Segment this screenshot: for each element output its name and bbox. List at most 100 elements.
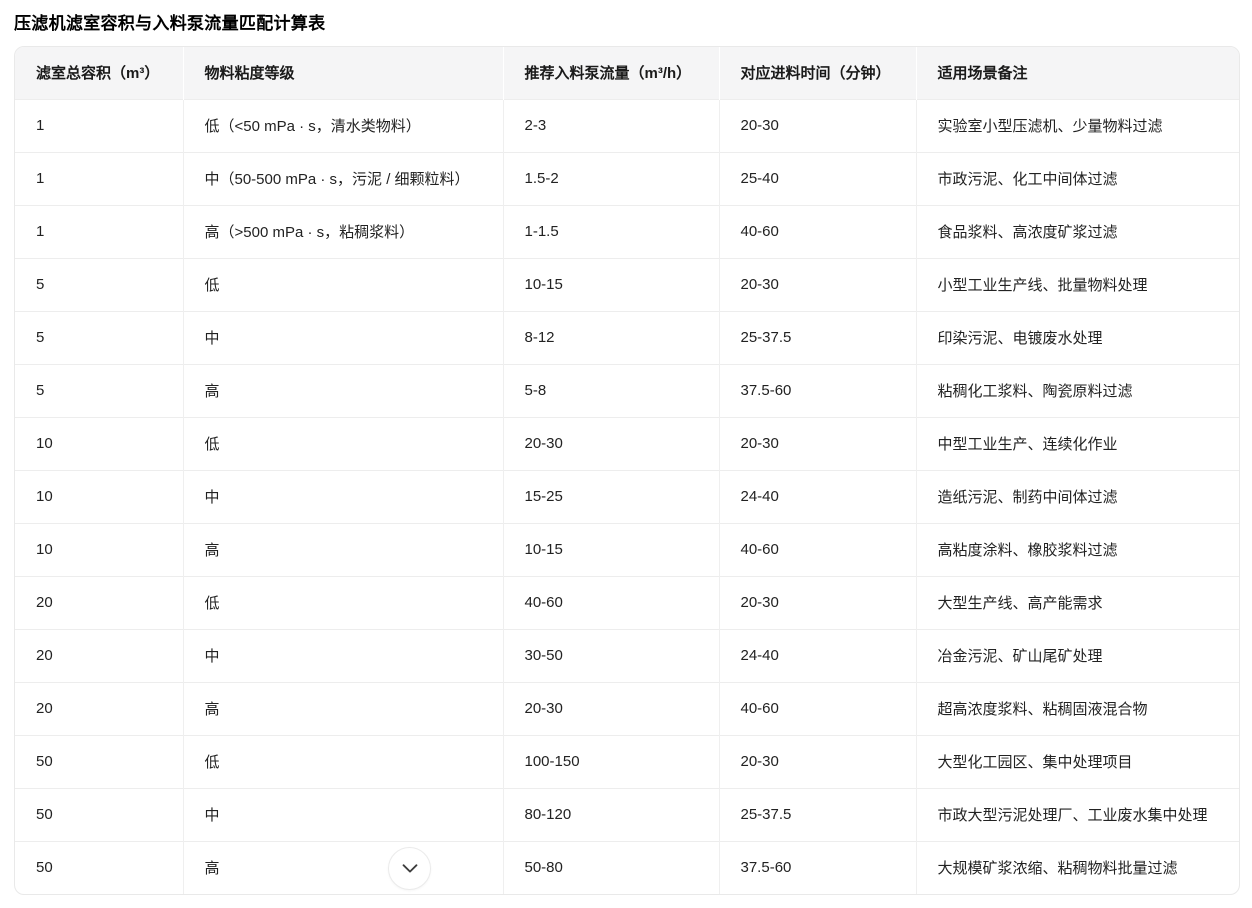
- cell-flow: 20-30: [503, 417, 719, 470]
- cell-time: 25-40: [719, 152, 916, 205]
- cell-remark: 造纸污泥、制药中间体过滤: [916, 470, 1240, 523]
- cell-time: 37.5-60: [719, 364, 916, 417]
- cell-flow: 8-12: [503, 311, 719, 364]
- cell-volume: 5: [15, 364, 183, 417]
- cell-viscosity: 低（<50 mPa · s，清水类物料）: [183, 99, 503, 152]
- table-row: 20 低 40-60 20-30 大型生产线、高产能需求: [15, 576, 1240, 629]
- cell-remark: 高粘度涂料、橡胶浆料过滤: [916, 523, 1240, 576]
- cell-time: 40-60: [719, 523, 916, 576]
- header-chamber-volume: 滤室总容积（m³）: [15, 47, 183, 99]
- cell-volume: 20: [15, 629, 183, 682]
- cell-viscosity: 中: [183, 470, 503, 523]
- cell-volume: 50: [15, 841, 183, 894]
- cell-time: 37.5-60: [719, 841, 916, 894]
- cell-viscosity: 高: [183, 523, 503, 576]
- cell-volume: 1: [15, 205, 183, 258]
- expand-table-button[interactable]: [388, 847, 431, 890]
- cell-remark: 中型工业生产、连续化作业: [916, 417, 1240, 470]
- cell-viscosity: 中: [183, 629, 503, 682]
- cell-time: 40-60: [719, 205, 916, 258]
- cell-time: 20-30: [719, 258, 916, 311]
- table-row: 50 中 80-120 25-37.5 市政大型污泥处理厂、工业废水集中处理: [15, 788, 1240, 841]
- table-row: 5 低 10-15 20-30 小型工业生产线、批量物料处理: [15, 258, 1240, 311]
- cell-remark: 小型工业生产线、批量物料处理: [916, 258, 1240, 311]
- cell-time: 25-37.5: [719, 311, 916, 364]
- table-row: 20 高 20-30 40-60 超高浓度浆料、粘稠固液混合物: [15, 682, 1240, 735]
- cell-viscosity: 低: [183, 576, 503, 629]
- page-title: 压滤机滤室容积与入料泵流量匹配计算表: [14, 9, 1252, 34]
- cell-viscosity: 高: [183, 841, 503, 894]
- cell-remark: 大型生产线、高产能需求: [916, 576, 1240, 629]
- cell-viscosity: 低: [183, 417, 503, 470]
- matching-table: 滤室总容积（m³） 物料粘度等级 推荐入料泵流量（m³/h） 对应进料时间（分钟…: [14, 46, 1240, 895]
- cell-remark: 市政污泥、化工中间体过滤: [916, 152, 1240, 205]
- cell-time: 24-40: [719, 470, 916, 523]
- cell-volume: 50: [15, 788, 183, 841]
- cell-flow: 30-50: [503, 629, 719, 682]
- table-row: 10 高 10-15 40-60 高粘度涂料、橡胶浆料过滤: [15, 523, 1240, 576]
- cell-remark: 超高浓度浆料、粘稠固液混合物: [916, 682, 1240, 735]
- cell-remark: 大规模矿浆浓缩、粘稠物料批量过滤: [916, 841, 1240, 894]
- cell-remark: 印染污泥、电镀废水处理: [916, 311, 1240, 364]
- table-row: 10 中 15-25 24-40 造纸污泥、制药中间体过滤: [15, 470, 1240, 523]
- table-row: 20 中 30-50 24-40 冶金污泥、矿山尾矿处理: [15, 629, 1240, 682]
- cell-viscosity: 中: [183, 788, 503, 841]
- cell-volume: 10: [15, 417, 183, 470]
- table-row: 5 高 5-8 37.5-60 粘稠化工浆料、陶瓷原料过滤: [15, 364, 1240, 417]
- chevron-down-icon: [402, 864, 418, 873]
- cell-volume: 1: [15, 99, 183, 152]
- table-row: 1 中（50-500 mPa · s，污泥 / 细颗粒料） 1.5-2 25-4…: [15, 152, 1240, 205]
- cell-remark: 冶金污泥、矿山尾矿处理: [916, 629, 1240, 682]
- cell-flow: 50-80: [503, 841, 719, 894]
- cell-remark: 大型化工园区、集中处理项目: [916, 735, 1240, 788]
- cell-volume: 5: [15, 311, 183, 364]
- cell-time: 24-40: [719, 629, 916, 682]
- header-scenario-remark: 适用场景备注: [916, 47, 1240, 99]
- cell-flow: 5-8: [503, 364, 719, 417]
- cell-volume: 20: [15, 576, 183, 629]
- cell-flow: 10-15: [503, 258, 719, 311]
- table-row: 50 低 100-150 20-30 大型化工园区、集中处理项目: [15, 735, 1240, 788]
- cell-flow: 1.5-2: [503, 152, 719, 205]
- cell-volume: 20: [15, 682, 183, 735]
- header-feed-time: 对应进料时间（分钟）: [719, 47, 916, 99]
- cell-time: 20-30: [719, 735, 916, 788]
- cell-flow: 10-15: [503, 523, 719, 576]
- header-pump-flow: 推荐入料泵流量（m³/h）: [503, 47, 719, 99]
- cell-time: 20-30: [719, 417, 916, 470]
- cell-viscosity: 中: [183, 311, 503, 364]
- cell-viscosity: 中（50-500 mPa · s，污泥 / 细颗粒料）: [183, 152, 503, 205]
- cell-viscosity: 低: [183, 258, 503, 311]
- cell-time: 40-60: [719, 682, 916, 735]
- cell-viscosity: 低: [183, 735, 503, 788]
- header-viscosity-grade: 物料粘度等级: [183, 47, 503, 99]
- cell-flow: 1-1.5: [503, 205, 719, 258]
- table-row: 1 低（<50 mPa · s，清水类物料） 2-3 20-30 实验室小型压滤…: [15, 99, 1240, 152]
- cell-flow: 80-120: [503, 788, 719, 841]
- cell-time: 20-30: [719, 99, 916, 152]
- cell-volume: 1: [15, 152, 183, 205]
- cell-viscosity: 高: [183, 364, 503, 417]
- cell-remark: 食品浆料、高浓度矿浆过滤: [916, 205, 1240, 258]
- table-row: 1 高（>500 mPa · s，粘稠浆料） 1-1.5 40-60 食品浆料、…: [15, 205, 1240, 258]
- cell-volume: 10: [15, 523, 183, 576]
- cell-flow: 15-25: [503, 470, 719, 523]
- cell-volume: 50: [15, 735, 183, 788]
- cell-remark: 市政大型污泥处理厂、工业废水集中处理: [916, 788, 1240, 841]
- cell-flow: 40-60: [503, 576, 719, 629]
- cell-remark: 粘稠化工浆料、陶瓷原料过滤: [916, 364, 1240, 417]
- cell-time: 25-37.5: [719, 788, 916, 841]
- cell-time: 20-30: [719, 576, 916, 629]
- cell-volume: 5: [15, 258, 183, 311]
- cell-volume: 10: [15, 470, 183, 523]
- cell-viscosity: 高: [183, 682, 503, 735]
- cell-flow: 2-3: [503, 99, 719, 152]
- cell-flow: 100-150: [503, 735, 719, 788]
- cell-viscosity: 高（>500 mPa · s，粘稠浆料）: [183, 205, 503, 258]
- table-row: 50 高 50-80 37.5-60 大规模矿浆浓缩、粘稠物料批量过滤: [15, 841, 1240, 894]
- cell-remark: 实验室小型压滤机、少量物料过滤: [916, 99, 1240, 152]
- cell-flow: 20-30: [503, 682, 719, 735]
- table-row: 10 低 20-30 20-30 中型工业生产、连续化作业: [15, 417, 1240, 470]
- table-header-row: 滤室总容积（m³） 物料粘度等级 推荐入料泵流量（m³/h） 对应进料时间（分钟…: [15, 47, 1240, 99]
- table-row: 5 中 8-12 25-37.5 印染污泥、电镀废水处理: [15, 311, 1240, 364]
